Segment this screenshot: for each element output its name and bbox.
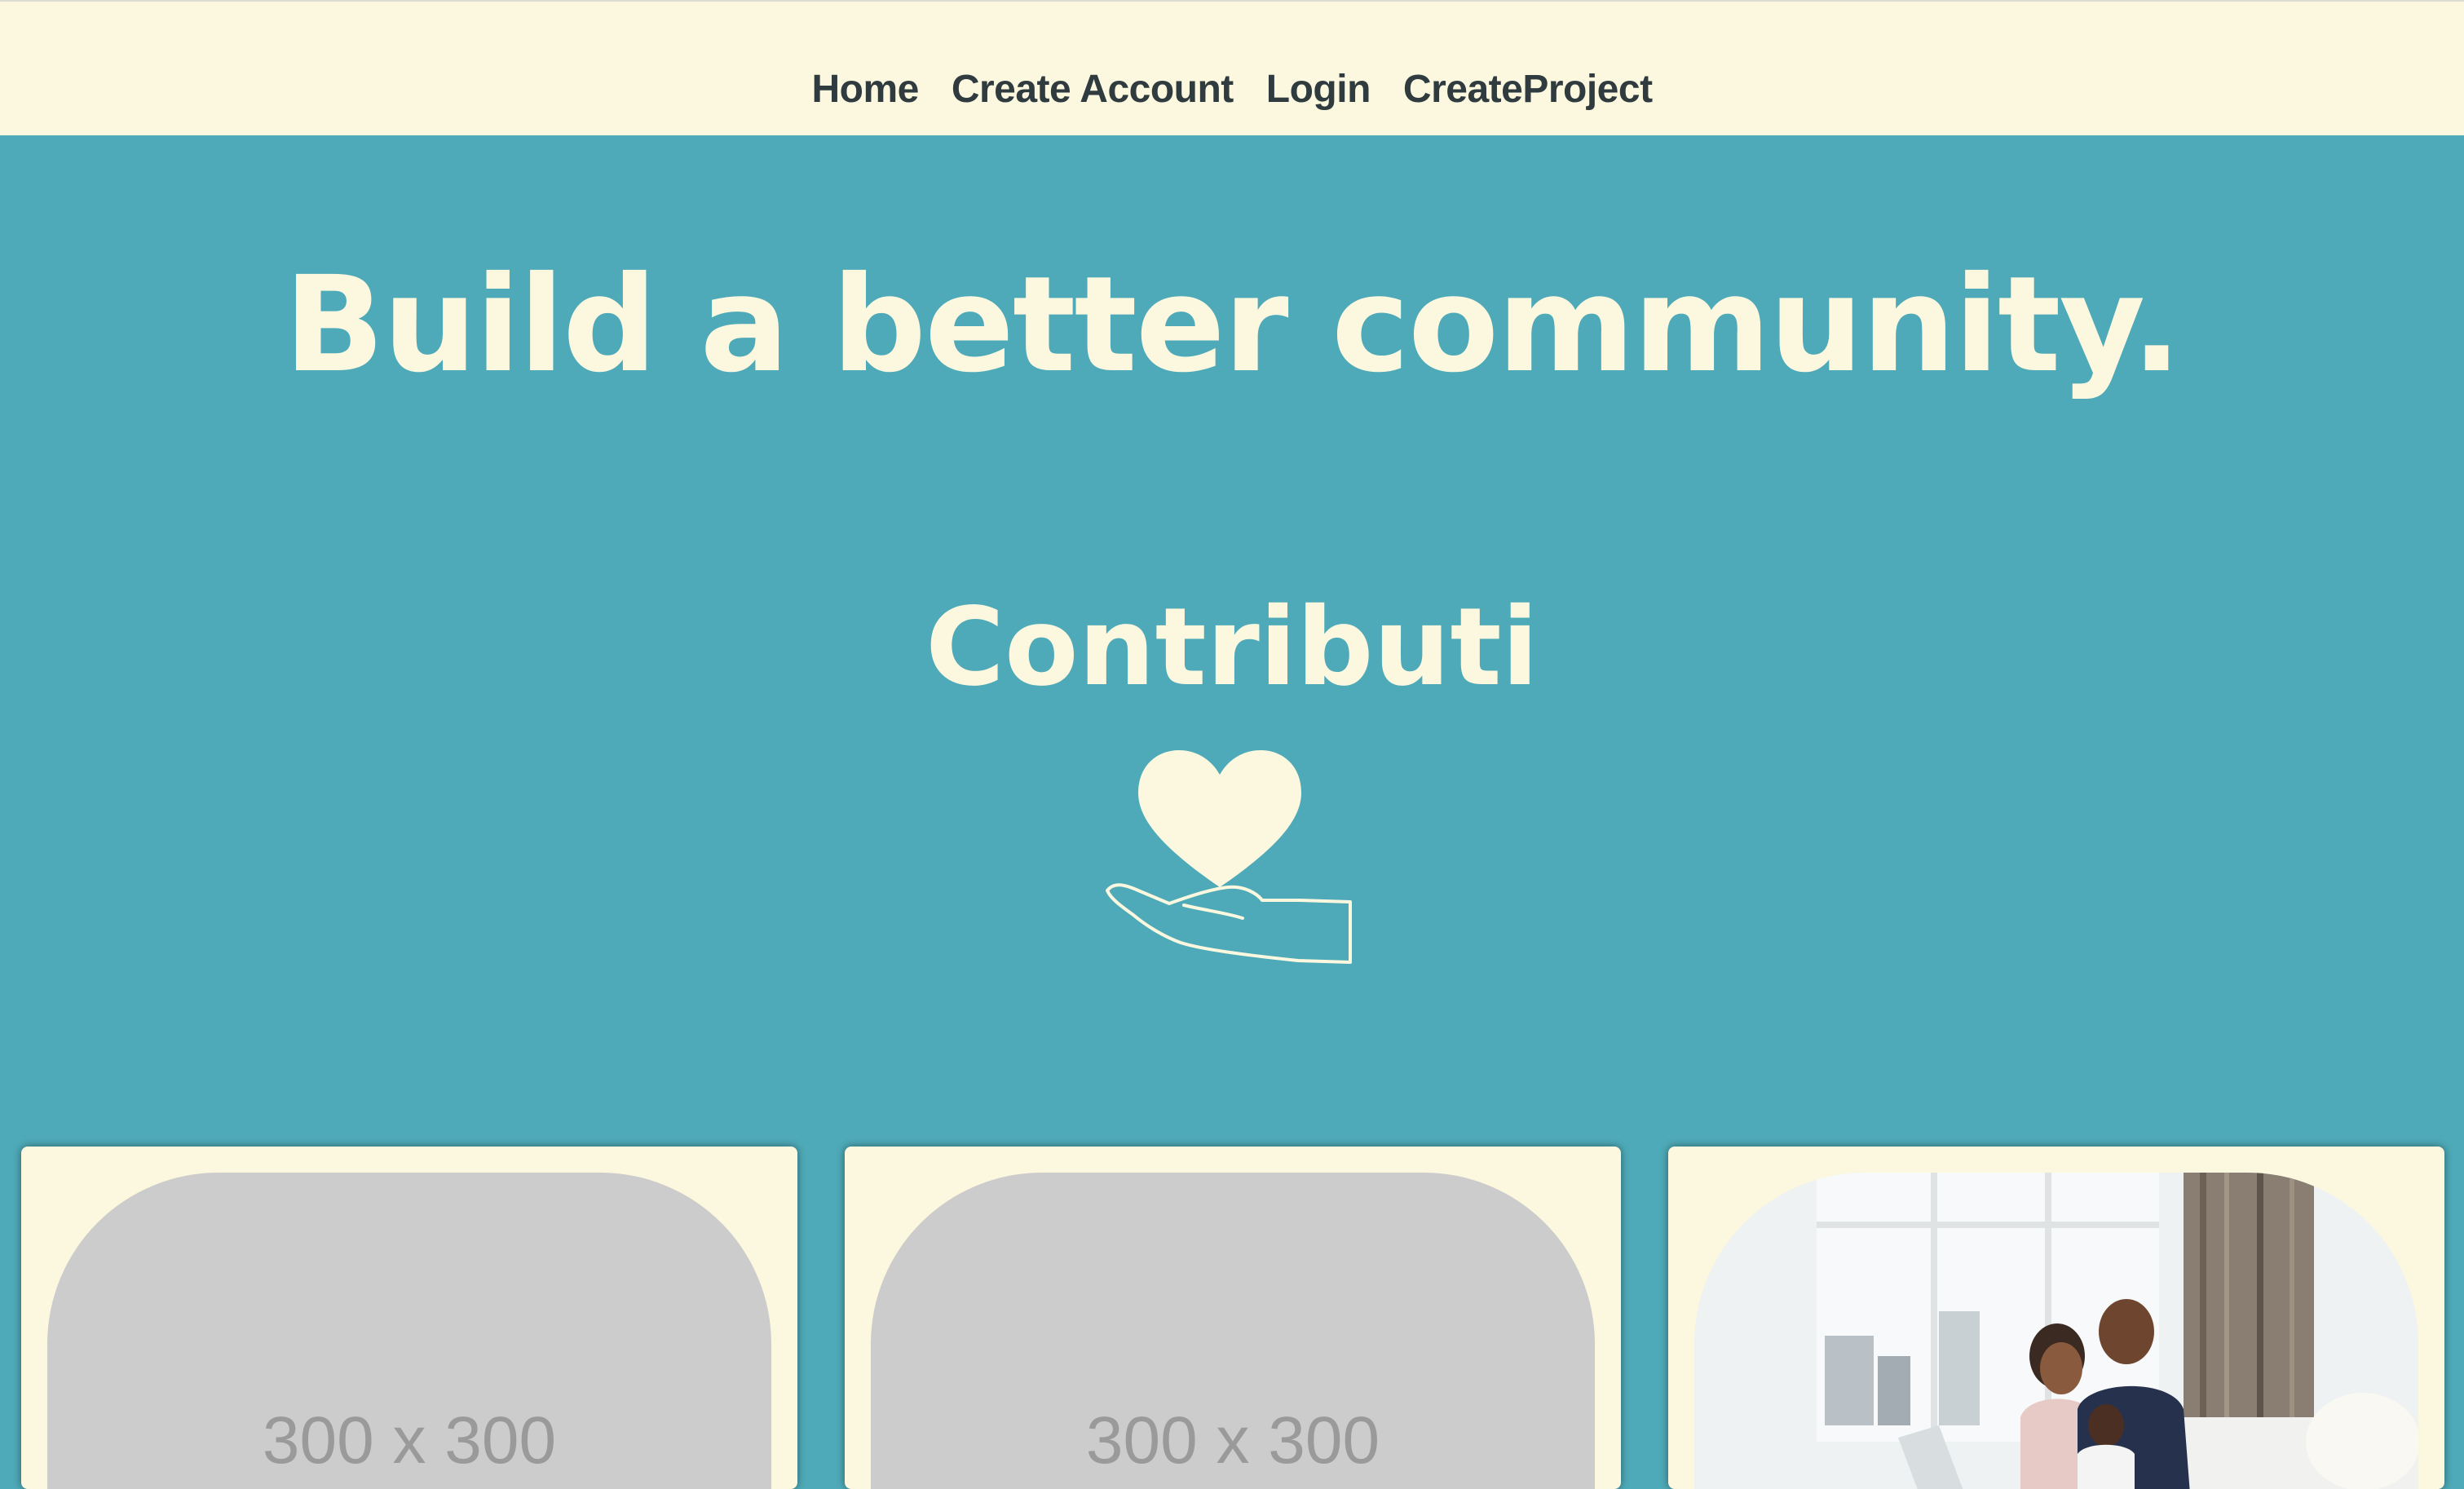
top-nav-bar: Home Create Account Login CreateProject: [0, 0, 2464, 135]
project-card[interactable]: 300 x 300: [845, 1147, 1621, 1489]
placeholder-size-label: 300 x 300: [262, 1403, 557, 1478]
heart-in-hand-icon: [1106, 750, 1352, 964]
hero-title: Build a better community.: [284, 249, 2182, 402]
nav-link-create-account[interactable]: Create Account: [952, 70, 1234, 109]
project-card[interactable]: [1668, 1147, 2444, 1489]
family-photo: [1694, 1173, 2418, 1489]
placeholder-image: 300 x 300: [47, 1173, 771, 1489]
nav-link-login[interactable]: Login: [1266, 70, 1371, 109]
brand-name: Contributi: [925, 585, 1539, 710]
placeholder-image: 300 x 300: [871, 1173, 1595, 1489]
hand-shape: [1106, 883, 1352, 964]
main-nav: Home Create Account Login CreateProject: [0, 70, 2464, 109]
nav-link-create-project[interactable]: CreateProject: [1403, 70, 1653, 109]
project-cards: 300 x 300 300 x 300: [0, 1147, 2464, 1489]
nav-link-home[interactable]: Home: [811, 70, 919, 109]
family-photo-image: [1694, 1173, 2418, 1489]
project-card[interactable]: 300 x 300: [21, 1147, 797, 1489]
heart-shape: [1138, 750, 1301, 887]
placeholder-size-label: 300 x 300: [1085, 1403, 1380, 1478]
